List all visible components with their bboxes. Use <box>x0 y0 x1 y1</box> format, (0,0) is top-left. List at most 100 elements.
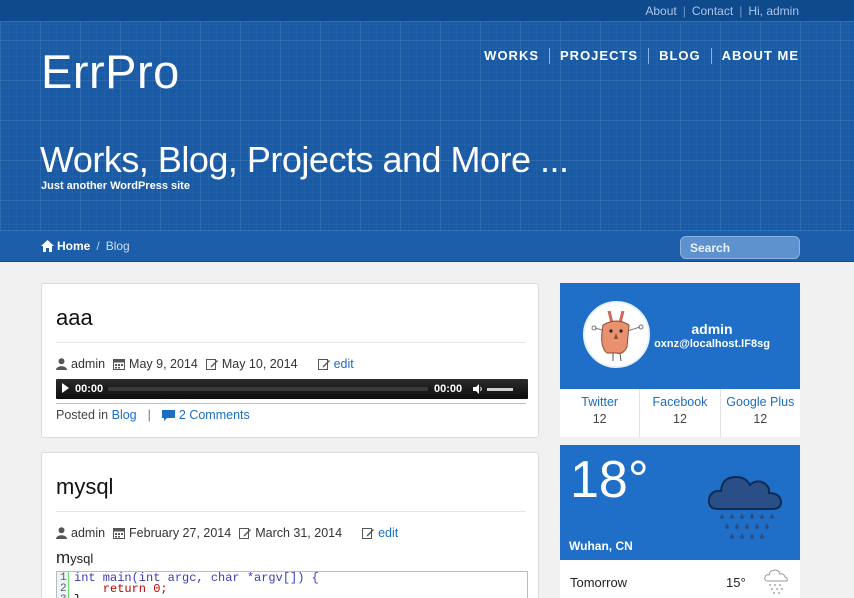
twitter-count: 12 <box>592 412 607 426</box>
posted-in-label: Posted in <box>56 408 109 422</box>
post-modified: March 31, 2014 <box>239 526 342 540</box>
code-block: 1 2 3 int main(int argc, char *argv[]) {… <box>56 571 528 598</box>
breadcrumb-bar: Home / Blog <box>0 230 854 262</box>
site-tagline: Works, Blog, Projects and More ... <box>40 139 569 180</box>
top-bar: About | Contact | Hi, admin <box>0 0 854 22</box>
post-modified-value: March 31, 2014 <box>255 526 343 540</box>
rain-cloud-icon <box>764 569 788 594</box>
separator: | <box>682 4 686 18</box>
account-link[interactable]: Hi, admin <box>748 4 799 18</box>
profile-email: oxnz@localhost.lF8sg <box>654 338 770 350</box>
separator: | <box>739 4 743 18</box>
category-link[interactable]: Blog <box>112 408 137 422</box>
social-stats: Twitter 12 Facebook 12 Google Plus 12 <box>560 389 800 437</box>
excerpt-rest: ysql <box>70 551 94 566</box>
avatar-image <box>585 303 648 366</box>
breadcrumb-separator: / <box>96 239 100 253</box>
current-temperature: 18° <box>570 451 649 509</box>
post-date: February 27, 2014 <box>113 526 231 540</box>
post-card: mysql admin February 27, 2014 March 31, … <box>41 452 539 598</box>
profile-widget: admin oxnz@localhost.lF8sg Twitter 12 Fa… <box>560 283 800 437</box>
separator: | <box>147 408 151 422</box>
google-plus-link[interactable]: Google Plus <box>721 395 800 409</box>
breadcrumb: Home / Blog <box>41 239 130 253</box>
play-icon[interactable] <box>62 383 69 393</box>
edit-link[interactable]: edit <box>378 526 398 540</box>
contact-link[interactable]: Contact <box>692 4 733 18</box>
stat-facebook: Facebook 12 <box>639 389 719 437</box>
divider <box>56 403 526 404</box>
post-date-value: February 27, 2014 <box>129 526 232 540</box>
weather-city: Wuhan, CN <box>569 539 633 553</box>
post-author-name[interactable]: admin <box>71 357 105 371</box>
user-icon <box>56 527 67 539</box>
post-title[interactable]: mysql <box>56 474 113 500</box>
calendar-icon <box>113 359 126 370</box>
nav-item-works[interactable]: WORKS <box>474 48 549 64</box>
search-input[interactable] <box>680 236 800 259</box>
audio-duration: 00:00 <box>434 383 463 395</box>
post-modified: May 10, 2014 <box>205 357 298 371</box>
comment-icon <box>161 409 175 421</box>
rain-cloud-icon <box>707 475 783 539</box>
excerpt-initial: m <box>56 548 71 567</box>
edit-date-icon <box>205 359 218 370</box>
audio-player: 00:00 00:00 <box>56 379 528 399</box>
breadcrumb-current: Blog <box>105 239 130 253</box>
site-description: Just another WordPress site <box>41 180 190 192</box>
post-edit[interactable]: edit <box>317 357 354 371</box>
forecast-day: Tomorrow <box>570 575 628 590</box>
edit-link[interactable]: edit <box>334 357 354 371</box>
edit-icon <box>362 528 375 539</box>
twitter-link[interactable]: Twitter <box>560 395 639 409</box>
line-number: 3 <box>60 594 67 598</box>
post-author: admin <box>56 526 105 540</box>
stat-google-plus: Google Plus 12 <box>719 389 800 437</box>
post-excerpt: mysql <box>56 548 93 568</box>
stat-twitter: Twitter 12 <box>560 389 639 437</box>
calendar-icon <box>113 528 126 539</box>
post-author-name[interactable]: admin <box>71 526 105 540</box>
volume-icon[interactable] <box>473 384 483 394</box>
post-modified-value: May 10, 2014 <box>221 357 298 371</box>
edit-icon <box>317 359 330 370</box>
user-icon <box>56 358 67 370</box>
code-line: } <box>74 593 81 598</box>
post-card: aaa admin May 9, 2014 May 10, 2014 edit … <box>41 283 539 438</box>
avatar[interactable] <box>583 301 650 368</box>
top-links: About | Contact | Hi, admin <box>645 4 799 18</box>
profile-name[interactable]: admin <box>650 321 774 337</box>
breadcrumb-home[interactable]: Home <box>41 239 90 253</box>
profile-header: admin oxnz@localhost.lF8sg <box>560 283 800 389</box>
post-date-value: May 9, 2014 <box>129 357 198 371</box>
facebook-link[interactable]: Facebook <box>640 395 719 409</box>
volume-slider[interactable] <box>487 388 513 391</box>
nav-item-projects[interactable]: PROJECTS <box>549 48 648 64</box>
forecast-temperature: 15° <box>726 575 746 590</box>
site-header: About | Contact | Hi, admin ErrPro WORKS PRO… <box>0 0 854 262</box>
divider <box>56 511 526 512</box>
post-title[interactable]: aaa <box>56 305 93 331</box>
nav-item-blog[interactable]: BLOG <box>648 48 711 64</box>
weather-current: 18° Wuhan, CN <box>560 445 800 560</box>
post-meta: admin May 9, 2014 May 10, 2014 edit <box>56 357 362 371</box>
post-footer: Posted in Blog | 2 Comments <box>56 408 250 422</box>
post-edit[interactable]: edit <box>362 526 398 540</box>
weather-widget: 18° Wuhan, CN Tomorrow 15° <box>560 445 800 598</box>
facebook-count: 12 <box>673 412 687 426</box>
site-logo[interactable]: ErrPro <box>41 44 180 99</box>
code-line: return 0; <box>74 582 168 596</box>
audio-progress-track[interactable] <box>108 387 428 391</box>
edit-date-icon <box>239 528 252 539</box>
divider <box>56 342 526 343</box>
google-plus-count: 12 <box>753 412 768 426</box>
nav-item-about-me[interactable]: ABOUT ME <box>710 48 799 64</box>
comments-link[interactable]: 2 Comments <box>179 408 250 422</box>
home-icon <box>41 240 54 252</box>
post-date: May 9, 2014 <box>113 357 198 371</box>
post-author: admin <box>56 357 105 371</box>
audio-current-time: 00:00 <box>75 383 104 395</box>
post-meta: admin February 27, 2014 March 31, 2014 e… <box>56 526 406 540</box>
about-link[interactable]: About <box>645 4 676 18</box>
main-nav: WORKS PROJECTS BLOG ABOUT ME <box>474 48 799 64</box>
